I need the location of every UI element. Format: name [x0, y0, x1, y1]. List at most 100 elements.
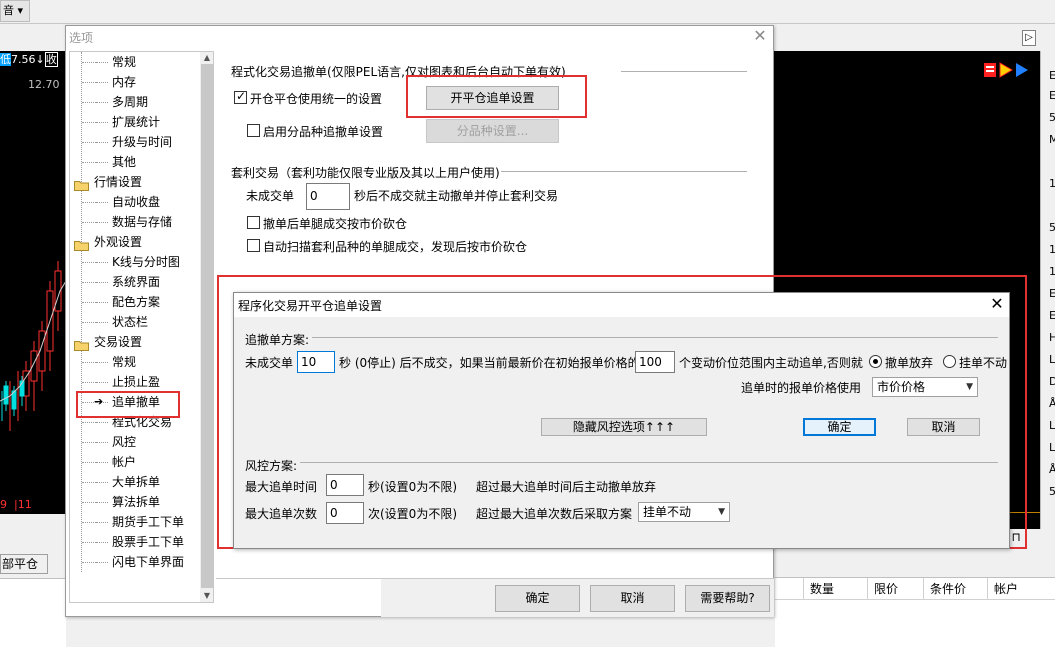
tree-item-label: 扩展统计	[112, 115, 161, 129]
tree-item[interactable]: 系统界面	[70, 272, 198, 292]
max-count-plan-select[interactable]: 挂单不动 ▼	[638, 502, 730, 522]
chase-settings-dialog: 程序化交易开平仓追单设置 ✕ 追撤单方案: 未成交单 10 秒 (0停止) 后不…	[233, 292, 1010, 549]
hide-risk-options-button[interactable]: 隐藏风控选项↑↑↑	[541, 418, 707, 436]
scroll-down-icon[interactable]: ▼	[201, 590, 213, 602]
max-count-input[interactable]: 0	[326, 502, 364, 524]
chase-seconds-input[interactable]: 10	[297, 351, 335, 373]
tree-connector	[82, 62, 96, 63]
tree-item[interactable]: 止损止盈	[70, 372, 198, 392]
tree-item[interactable]: 帐户	[70, 452, 198, 472]
col-condition-price[interactable]: 条件价	[923, 578, 987, 600]
tree-item[interactable]: 升级与时间	[70, 132, 198, 152]
tree-item[interactable]: 大单拆单	[70, 472, 198, 492]
tree-item[interactable]: 风控	[70, 432, 198, 452]
col-limit-price[interactable]: 限价	[867, 578, 923, 600]
tree-connector	[96, 522, 108, 523]
tree-item[interactable]: 股票手工下单	[70, 532, 198, 552]
tree-item[interactable]: 闪电下单界面	[70, 552, 198, 572]
settings-tree: 常规 内存 多周期 扩展统计 升级与时间 其他 行情设置 自动收盘 数据与存储 外观设置 K线与分时…	[69, 51, 214, 603]
arb-cancel-checkbox[interactable]	[247, 216, 260, 229]
tree-group[interactable]: 行情设置	[70, 172, 198, 192]
section-divider	[300, 462, 998, 463]
strip-char: Å	[1049, 397, 1055, 410]
max-count-label: 最大追单次数	[245, 507, 318, 521]
max-time-input[interactable]: 0	[326, 474, 364, 496]
scroll-up-icon[interactable]: ▲	[201, 52, 213, 64]
tree-item[interactable]: 配色方案	[70, 292, 198, 312]
toolbar-menu-button[interactable]: 音 ▾	[0, 0, 30, 22]
arb-unfilled-label: 未成交单	[246, 189, 295, 203]
per-product-settings-button[interactable]: 分品种设置...	[426, 119, 559, 143]
left-price-chart[interactable]	[0, 51, 66, 496]
tree-connector	[82, 542, 96, 543]
help-button[interactable]: 需要帮助?	[685, 585, 770, 612]
tree-item[interactable]: 常规	[70, 352, 198, 372]
ok-button[interactable]: 确定	[803, 418, 876, 436]
tree-item[interactable]: 状态栏	[70, 312, 198, 332]
section-divider	[621, 71, 747, 72]
strip-char: 5	[1049, 485, 1055, 498]
scroll-right-arrow-icon[interactable]: ▷	[1022, 30, 1036, 46]
arb-scan-checkbox[interactable]	[247, 239, 260, 252]
tree-connector	[82, 302, 96, 303]
tree-connector	[96, 542, 108, 543]
tree-connector	[96, 502, 108, 503]
strip-char: 1	[1049, 243, 1055, 256]
strip-char: 1	[1049, 265, 1055, 278]
price-label-low: 低	[0, 53, 11, 66]
tree-item-label: 升级与时间	[112, 135, 173, 149]
per-product-label: 启用分品种追撤单设置	[263, 125, 384, 139]
close-icon[interactable]: ✕	[988, 295, 1006, 313]
tree-connector	[96, 302, 108, 303]
ok-button[interactable]: 确定	[495, 585, 580, 612]
unified-settings-checkbox[interactable]	[234, 89, 247, 104]
tree-item[interactable]: 期货手工下单	[70, 512, 198, 532]
section-divider	[501, 171, 747, 172]
cancel-button[interactable]: 取消	[907, 418, 980, 436]
right-info-strip: E E 5 M 1 5 1 1 E E H L D Å L L Å 5	[1040, 51, 1055, 529]
max-count-desc: 超过最大追单次数后采取方案	[476, 507, 633, 521]
highlight-tree-item	[76, 391, 180, 418]
unified-settings-label: 开仓平仓使用统一的设置	[250, 92, 383, 106]
axis-tick: 11	[17, 498, 32, 511]
tree-connector	[82, 522, 96, 523]
price-use-select[interactable]: 市价价格 ▼	[872, 377, 978, 397]
tree-connector	[96, 362, 108, 363]
tree-connector	[96, 82, 108, 83]
cancel-button[interactable]: 取消	[590, 585, 675, 612]
tree-item[interactable]: 常规	[70, 52, 198, 72]
tree-item[interactable]: K线与分时图	[70, 252, 198, 272]
chase-ticks-input[interactable]: 100	[635, 351, 675, 373]
col-quantity[interactable]: 数量	[803, 578, 867, 600]
tree-group[interactable]: 交易设置	[70, 332, 198, 352]
tree-scroll-thumb[interactable]	[201, 64, 213, 588]
tree-connector	[96, 222, 108, 223]
section-divider	[312, 337, 998, 338]
price-value-low: 7.56	[11, 53, 36, 66]
strip-char: E	[1049, 287, 1055, 300]
close-icon[interactable]: ✕	[752, 28, 768, 44]
tree-item[interactable]: 数据与存储	[70, 212, 198, 232]
tree-item[interactable]: 算法拆单	[70, 492, 198, 512]
max-time-desc: 超过最大追单时间后主动撤单放弃	[476, 480, 657, 494]
tree-item[interactable]: 多周期	[70, 92, 198, 112]
max-time-label: 最大追单时间	[245, 480, 318, 494]
tree-item-label: 闪电下单界面	[112, 555, 185, 569]
tree-item[interactable]: 自动收盘	[70, 192, 198, 212]
close-position-button[interactable]: 部平仓	[0, 554, 48, 574]
strip-char: E	[1049, 309, 1055, 322]
arb-seconds-input[interactable]: 0	[306, 183, 350, 210]
per-product-checkbox[interactable]	[247, 124, 260, 137]
tree-item[interactable]: 内存	[70, 72, 198, 92]
radio-hold-order[interactable]	[943, 355, 956, 368]
chart-tool-icons[interactable]	[982, 62, 1032, 78]
price-label-recv: 收	[44, 52, 58, 67]
tree-item[interactable]: 扩展统计	[70, 112, 198, 132]
tree-connector	[96, 442, 108, 443]
radio-cancel-abandon[interactable]	[869, 355, 882, 368]
tree-item[interactable]: 其他	[70, 152, 198, 172]
tree-group[interactable]: 外观设置	[70, 232, 198, 252]
max-time-suffix: 秒(设置0为不限)	[368, 480, 457, 494]
col-account[interactable]: 帐户	[987, 578, 1055, 600]
tree-connector	[96, 422, 108, 423]
